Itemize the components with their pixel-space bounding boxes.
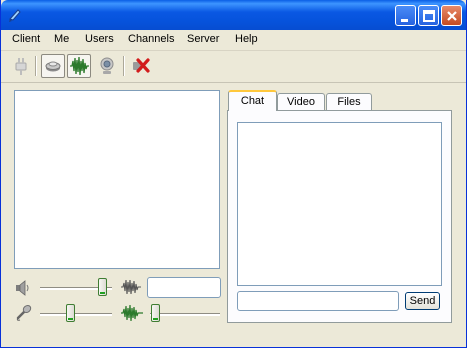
title-bar[interactable]: [1, 0, 466, 30]
close-button[interactable]: [441, 5, 462, 26]
maximize-button[interactable]: [418, 5, 439, 26]
tab-video[interactable]: Video: [277, 93, 325, 111]
disconnect-icon: [133, 58, 150, 73]
toolbar: [1, 51, 466, 83]
tab-chat[interactable]: Chat: [228, 90, 277, 111]
send-button[interactable]: Send: [405, 292, 440, 310]
maximize-icon: [423, 10, 435, 22]
menu-me[interactable]: Me: [54, 33, 69, 45]
minimize-icon: [401, 19, 408, 22]
menu-server[interactable]: Server: [187, 33, 219, 45]
mic-gain-slider[interactable]: [66, 304, 75, 322]
menu-channels[interactable]: Channels: [128, 33, 174, 45]
voice-threshold-slider[interactable]: [151, 304, 160, 322]
tab-files[interactable]: Files: [326, 93, 372, 111]
voice-activation-icon: [70, 56, 89, 76]
close-icon: [447, 11, 457, 21]
gain-waveform-icon: [121, 279, 141, 295]
menu-client[interactable]: Client: [12, 33, 40, 45]
chat-message-input[interactable]: [237, 291, 399, 311]
chat-history[interactable]: [237, 122, 442, 286]
minimize-button[interactable]: [395, 5, 416, 26]
main-window: Client Me Users Channels Server Help Cha…: [0, 0, 467, 348]
webcam-button[interactable]: [95, 54, 119, 78]
menu-help[interactable]: Help: [235, 33, 258, 45]
voice-activation-toggle[interactable]: [67, 54, 91, 78]
channels-tree[interactable]: [14, 90, 220, 269]
speaker-icon: [16, 280, 29, 296]
webcam-icon: [100, 57, 114, 74]
microphone-icon: [16, 304, 32, 321]
speakers-icon: [45, 61, 61, 72]
voice-activation-level-icon: [121, 304, 143, 322]
voice-threshold-slider-track: [150, 313, 220, 316]
app-icon: [9, 9, 21, 22]
volume-value-box: [147, 277, 221, 298]
menu-users[interactable]: Users: [85, 33, 114, 45]
mic-gain-slider-track: [40, 313, 112, 316]
volume-slider[interactable]: [98, 278, 107, 296]
toolbar-separator: [123, 56, 125, 76]
speakers-toggle[interactable]: [41, 54, 65, 78]
connect-plug-icon: [15, 58, 27, 75]
connect-button[interactable]: [9, 54, 33, 78]
menu-bar: Client Me Users Channels Server Help: [1, 30, 466, 51]
toolbar-separator: [35, 56, 37, 76]
disconnect-button[interactable]: [129, 54, 153, 78]
